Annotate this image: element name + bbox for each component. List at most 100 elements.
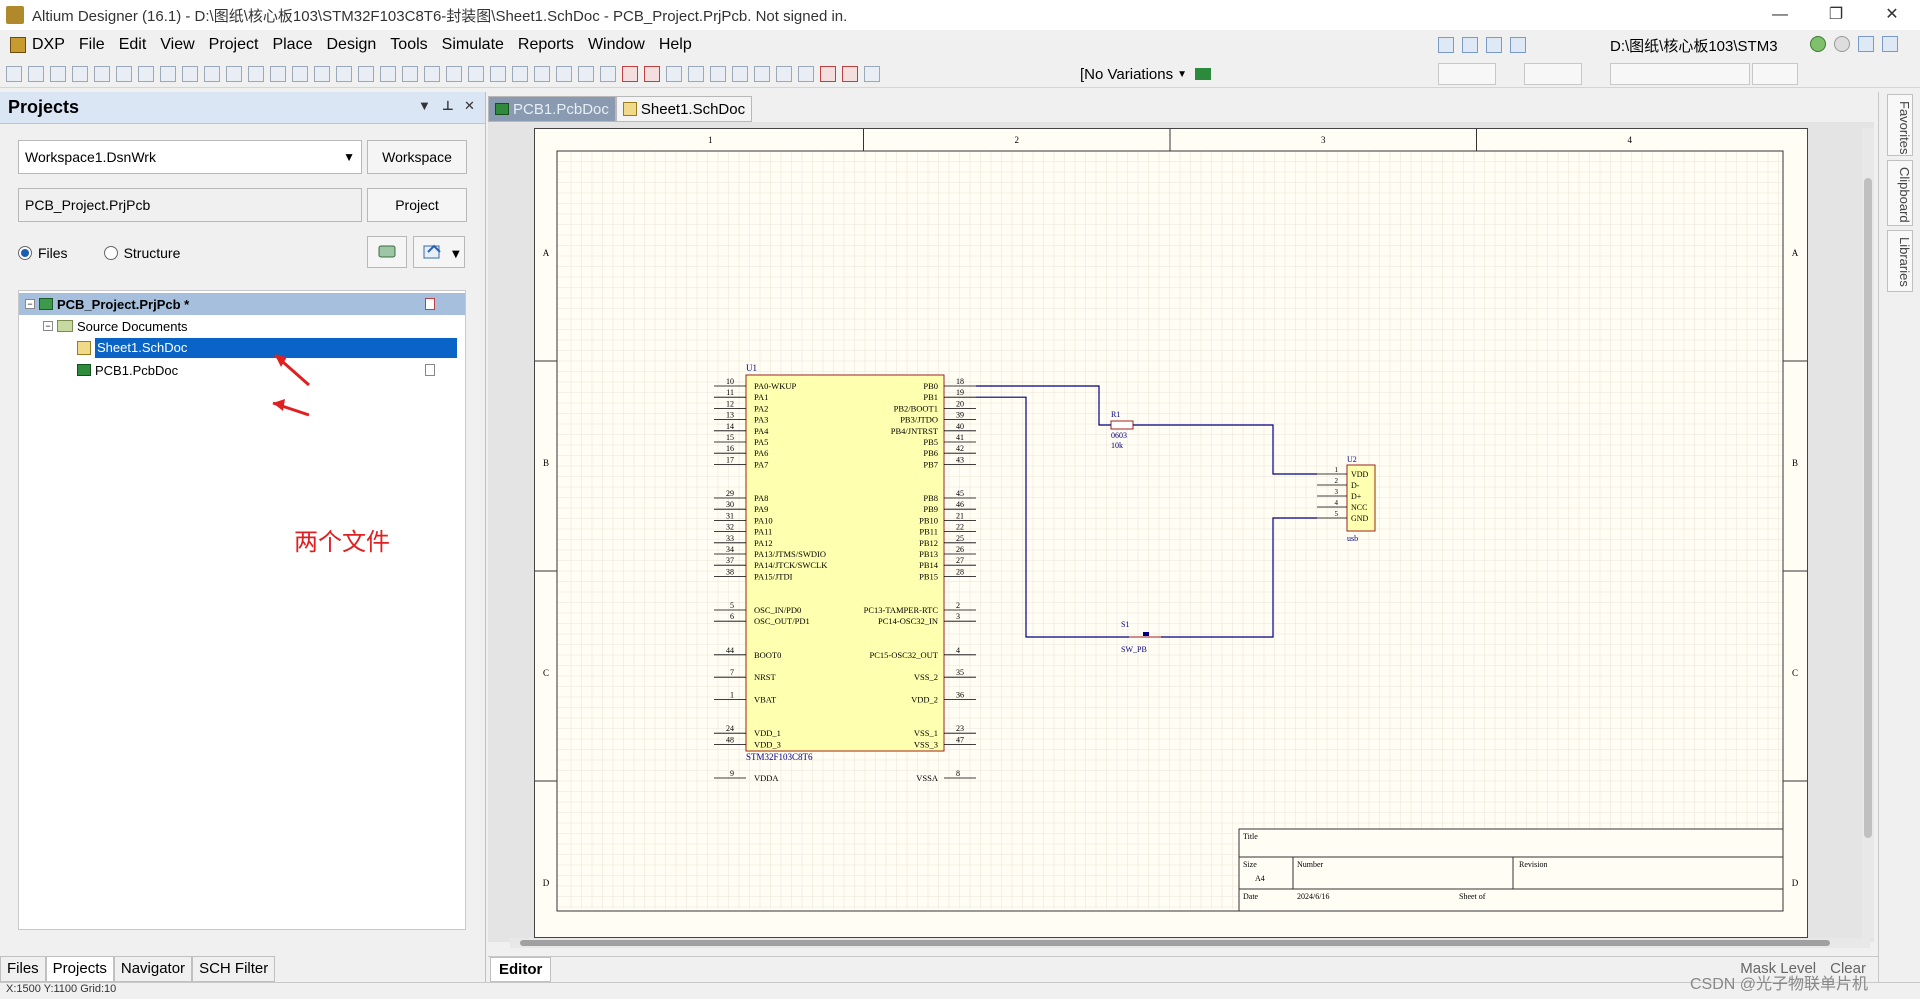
filter-dropdown-2[interactable] <box>1524 63 1582 85</box>
side-tab-libraries[interactable]: Libraries <box>1887 230 1913 292</box>
no-erc-icon[interactable] <box>820 65 836 82</box>
menu-place[interactable]: Place <box>272 36 312 54</box>
vertical-scroll-thumb[interactable] <box>1864 178 1872 838</box>
bus-entry-icon[interactable] <box>556 65 572 82</box>
design-compiler-icon[interactable] <box>1438 37 1454 53</box>
rubber-stamp-icon[interactable] <box>314 65 330 82</box>
minimize-button[interactable]: — <box>1752 0 1808 30</box>
tree-file-row-sheet1[interactable]: Sheet1.SchDoc <box>19 337 465 359</box>
board-icon[interactable] <box>138 65 154 82</box>
menu-help[interactable]: Help <box>659 36 692 54</box>
clear-filter-icon[interactable] <box>402 65 418 82</box>
variations-selector[interactable]: [No Variations ▼ <box>1080 63 1212 85</box>
radio-files[interactable] <box>18 246 32 260</box>
side-tab-favorites[interactable]: Favorites <box>1887 94 1913 156</box>
net-color-icon[interactable] <box>1462 37 1478 53</box>
menu-edit[interactable]: Edit <box>119 36 147 54</box>
menu-view[interactable]: View <box>160 36 194 54</box>
tab-projects[interactable]: Projects <box>45 956 114 982</box>
browse-icon[interactable] <box>490 65 506 82</box>
vertical-scrollbar[interactable] <box>1862 128 1874 938</box>
horizontal-scroll-thumb[interactable] <box>520 940 1830 946</box>
editor-tab[interactable]: Editor <box>490 957 552 982</box>
grid-icon[interactable] <box>1510 37 1526 53</box>
home-icon[interactable] <box>1858 36 1874 52</box>
deselect-icon[interactable] <box>380 65 396 82</box>
close-button[interactable]: ✕ <box>1864 0 1920 30</box>
tree-project-row[interactable]: − PCB_Project.PrjPcb * <box>19 293 465 315</box>
panel-close-icon[interactable]: ✕ <box>464 98 475 114</box>
tab-navigator[interactable]: Navigator <box>113 956 193 982</box>
filter-dropdown-4[interactable] <box>1752 63 1798 85</box>
menu-design[interactable]: Design <box>326 36 376 54</box>
sheet-entry-icon[interactable] <box>710 65 726 82</box>
doc-tab-sheet1[interactable]: Sheet1.SchDoc <box>615 96 753 122</box>
restore-button[interactable]: ❐ <box>1808 0 1864 30</box>
save-icon[interactable] <box>50 65 66 82</box>
collapse-icon[interactable]: − <box>25 299 35 309</box>
tree-file-row-pcb1[interactable]: PCB1.PcbDoc <box>19 359 465 381</box>
device-sheet-icon[interactable] <box>732 65 748 82</box>
menu-file[interactable]: File <box>79 36 105 54</box>
filter-dropdown-3[interactable] <box>1610 63 1750 85</box>
horizontal-scrollbar[interactable] <box>510 938 1870 948</box>
menu-window[interactable]: Window <box>588 36 645 54</box>
tab-files[interactable]: Files <box>0 956 46 982</box>
zoom-selected-icon[interactable] <box>226 65 242 82</box>
tree-folder-row[interactable]: − Source Documents <box>19 315 465 337</box>
harness-connector-icon[interactable] <box>754 65 770 82</box>
wire-icon[interactable] <box>512 65 528 82</box>
workspace-select[interactable]: Workspace1.DsnWrk ▼ <box>18 140 362 174</box>
gnd-port-icon[interactable] <box>622 65 638 82</box>
project-options-button[interactable] <box>367 236 407 268</box>
menu-reports[interactable]: Reports <box>518 36 574 54</box>
signal-harness-icon[interactable] <box>578 65 594 82</box>
filter-dropdown-1[interactable] <box>1438 63 1496 85</box>
print-preview-icon[interactable] <box>94 65 110 82</box>
net-label-icon[interactable] <box>600 65 616 82</box>
select-area-icon[interactable] <box>336 65 352 82</box>
variant-icon[interactable] <box>1195 68 1212 80</box>
power-port-icon[interactable] <box>1486 37 1502 53</box>
menu-dxp[interactable]: DXP <box>10 36 65 54</box>
menu-tools[interactable]: Tools <box>390 36 427 54</box>
menu-project[interactable]: Project <box>209 36 259 54</box>
export-button[interactable]: ▼ <box>413 236 465 268</box>
forward-icon[interactable] <box>1834 36 1850 52</box>
paste-icon[interactable] <box>292 65 308 82</box>
schematic-sheet[interactable]: 1 2 3 4 A A B B C C D D U1 STM32F103C8T6 10 PA0-WKUP 11 P… <box>534 128 1808 938</box>
bus-icon[interactable] <box>534 65 550 82</box>
port-icon[interactable] <box>798 65 814 82</box>
part-icon[interactable] <box>666 65 682 82</box>
move-icon[interactable] <box>358 65 374 82</box>
harness-entry-icon[interactable] <box>776 65 792 82</box>
pin-icon[interactable]: ⊥ <box>442 98 454 114</box>
layer-icon[interactable] <box>116 65 132 82</box>
hierarchy-icon[interactable] <box>468 65 484 82</box>
redo-icon[interactable] <box>446 65 462 82</box>
workspace-button[interactable]: Workspace <box>367 140 467 174</box>
vcc-port-icon[interactable] <box>644 65 660 82</box>
zoom-fit-icon[interactable] <box>182 65 198 82</box>
copy-icon[interactable] <box>270 65 286 82</box>
pcb-layout-directive-icon[interactable] <box>842 65 858 82</box>
tab-sch-filter[interactable]: SCH Filter <box>192 956 276 982</box>
project-button[interactable]: Project <box>367 188 467 222</box>
doc-tab-pcb1[interactable]: PCB1.PcbDoc <box>488 96 616 122</box>
refresh-icon[interactable] <box>1882 36 1898 52</box>
radio-structure[interactable] <box>103 246 118 260</box>
new-icon[interactable] <box>6 65 22 82</box>
drawing-tools-icon[interactable] <box>864 65 880 82</box>
undo-icon[interactable] <box>424 65 440 82</box>
back-icon[interactable] <box>1810 36 1826 52</box>
document-path-box[interactable]: D:\图纸\核心板103\STM3 <box>1610 34 1810 56</box>
open-icon[interactable] <box>28 65 44 82</box>
panel-menu-icon[interactable]: ▼ <box>418 98 431 113</box>
side-tab-clipboard[interactable]: Clipboard <box>1887 160 1913 226</box>
collapse-icon[interactable]: − <box>43 321 53 331</box>
print-icon[interactable] <box>72 65 88 82</box>
zoom-area-icon[interactable] <box>204 65 220 82</box>
menu-simulate[interactable]: Simulate <box>442 36 504 54</box>
cut-icon[interactable] <box>248 65 264 82</box>
sheet-symbol-icon[interactable] <box>688 65 704 82</box>
